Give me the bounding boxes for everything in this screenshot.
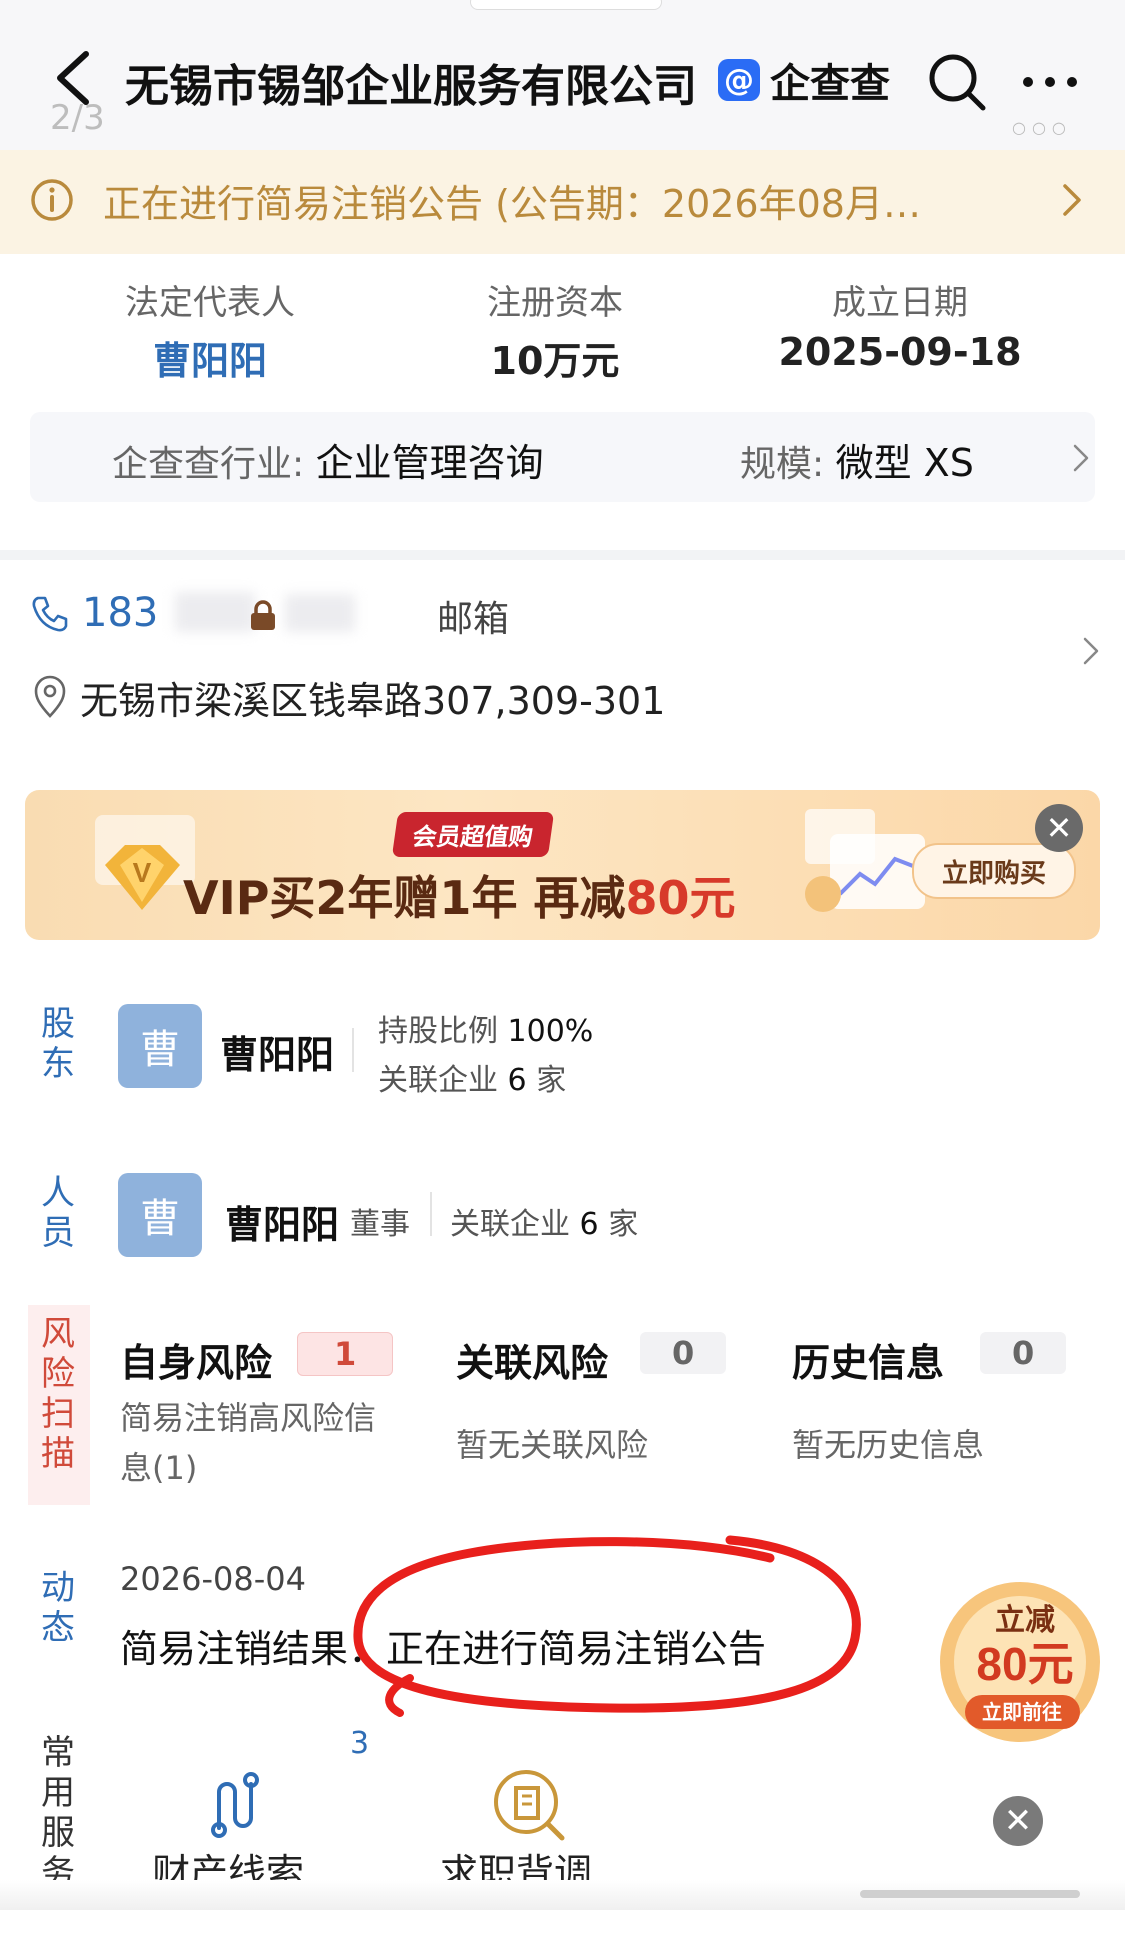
related-label: 关联企业 (450, 1207, 570, 1242)
phone-number[interactable]: 183 (82, 590, 158, 636)
capital-label: 注册资本 (487, 283, 623, 323)
background-check-icon (494, 1770, 565, 1841)
promo-line1: 立减 (995, 1603, 1055, 1637)
self-risk-desc-1[interactable]: 简易注销高风险信 (120, 1394, 376, 1442)
buy-now-button[interactable]: 立即购买 (912, 843, 1076, 899)
home-indicator (860, 1890, 1080, 1898)
personnel-avatar[interactable]: 曹 (118, 1173, 202, 1257)
image-counter: 2/3 (50, 98, 105, 138)
related-value: 6 (579, 1207, 599, 1242)
related-risk-count[interactable]: 0 (640, 1332, 727, 1374)
chevron-right-icon (1083, 637, 1099, 665)
related-risk-desc[interactable]: 暂无关联风险 (456, 1421, 648, 1469)
location-icon (34, 675, 66, 718)
scale-label: 规模: 微型 XS (740, 432, 974, 487)
shareholder-avatar[interactable]: 曹 (118, 1004, 202, 1088)
search-icon[interactable] (925, 50, 989, 114)
lock-icon[interactable] (248, 600, 278, 632)
ratio-label: 持股比例 (378, 1014, 498, 1049)
banner-headline-accent: 80元 (625, 871, 736, 925)
address[interactable]: 无锡市梁溪区钱皋路307,309-301 (80, 670, 665, 725)
chevron-right-icon (1063, 184, 1081, 216)
self-risk-desc-2[interactable]: 息(1) (120, 1444, 197, 1492)
industry-label: 企查查行业: 企业管理咨询 (112, 432, 544, 487)
phone-icon (32, 596, 68, 632)
legal-rep-label: 法定代表人 (125, 283, 295, 323)
related-unit: 家 (608, 1207, 639, 1242)
banner-close-button[interactable]: ✕ (1035, 804, 1083, 852)
banner-tag: 会员超值购 (391, 812, 555, 857)
history-count[interactable]: 0 (980, 1332, 1067, 1374)
info-icon (31, 179, 73, 221)
history-title[interactable]: 历史信息 (792, 1332, 944, 1387)
chevron-right-icon (1073, 444, 1089, 472)
related-label: 关联企业 (378, 1063, 498, 1098)
history-desc[interactable]: 暂无历史信息 (792, 1421, 984, 1469)
phone-masked (175, 592, 255, 632)
divider (430, 1192, 432, 1236)
self-risk-count[interactable]: 1 (297, 1332, 394, 1376)
dynamics-section-title: 动态 (41, 1568, 75, 1648)
ratio-value: 100% (507, 1014, 594, 1049)
related-risk-title[interactable]: 关联风险 (456, 1332, 608, 1387)
risk-section-title: 风险扫描 (41, 1314, 75, 1474)
phone-masked-tail (285, 594, 355, 632)
brand-logo-icon: @ (718, 59, 760, 101)
personnel-name[interactable]: 曹阳阳 (225, 1194, 339, 1249)
industry-value: 企业管理咨询 (315, 441, 544, 485)
services-close-button[interactable]: ✕ (993, 1796, 1043, 1846)
shareholder-section-title: 股东 (41, 1004, 75, 1084)
company-title: 无锡市锡邹企业服务有限公司 (125, 61, 697, 112)
services-count: 3 (350, 1726, 370, 1761)
asset-clue-icon (211, 1772, 259, 1838)
divider (352, 1028, 354, 1072)
industry-label-text: 企查查行业: (112, 444, 305, 485)
svg-text:V: V (133, 857, 152, 888)
promo-line2: 80元 (976, 1638, 1073, 1690)
shareholder-ratio: 持股比例 100% (378, 1006, 593, 1050)
status-pill (470, 0, 662, 10)
promo-badge[interactable]: 立减 80元 立即前往 (930, 1570, 1110, 1750)
scale-value: 微型 XS (835, 441, 974, 485)
page-dots: ○○○ (1012, 118, 1072, 137)
red-circle-annotation (353, 1535, 861, 1717)
related-value: 6 (507, 1063, 527, 1098)
promo-line3: 立即前往 (982, 1700, 1062, 1724)
shareholder-name[interactable]: 曹阳阳 (220, 1024, 334, 1079)
personnel-role: 董事 (350, 1207, 410, 1242)
brand-name: 企查查 (770, 61, 890, 107)
legal-rep-value[interactable]: 曹阳阳 (85, 330, 335, 385)
scale-label-text: 规模: (740, 444, 825, 485)
founded-value: 2025-09-18 (778, 330, 1022, 374)
founded-label: 成立日期 (832, 283, 968, 323)
dynamics-date: 2026-08-04 (120, 1560, 306, 1598)
banner-headline-text: VIP买2年赠1年 再减 (183, 871, 626, 925)
services-section-title: 常用服务 (41, 1733, 75, 1893)
capital-value: 10万元 (490, 339, 620, 383)
ellipsis-icon[interactable] (1020, 72, 1080, 92)
self-risk-title[interactable]: 自身风险 (120, 1332, 272, 1387)
shareholder-related[interactable]: 关联企业 6 家 (378, 1055, 566, 1099)
personnel-related[interactable]: 关联企业 6 家 (450, 1199, 638, 1243)
brand[interactable]: @ 企查查 (718, 54, 890, 107)
banner-headline: VIP买2年赠1年 再减80元 (183, 862, 735, 928)
notice-text: 正在进行简易注销公告 (公告期：2026年08月… (103, 182, 921, 226)
contact-card[interactable] (0, 550, 1125, 760)
related-unit: 家 (536, 1063, 567, 1098)
personnel-section-title: 人员 (41, 1173, 75, 1253)
email-link[interactable]: 邮箱 (437, 590, 509, 642)
